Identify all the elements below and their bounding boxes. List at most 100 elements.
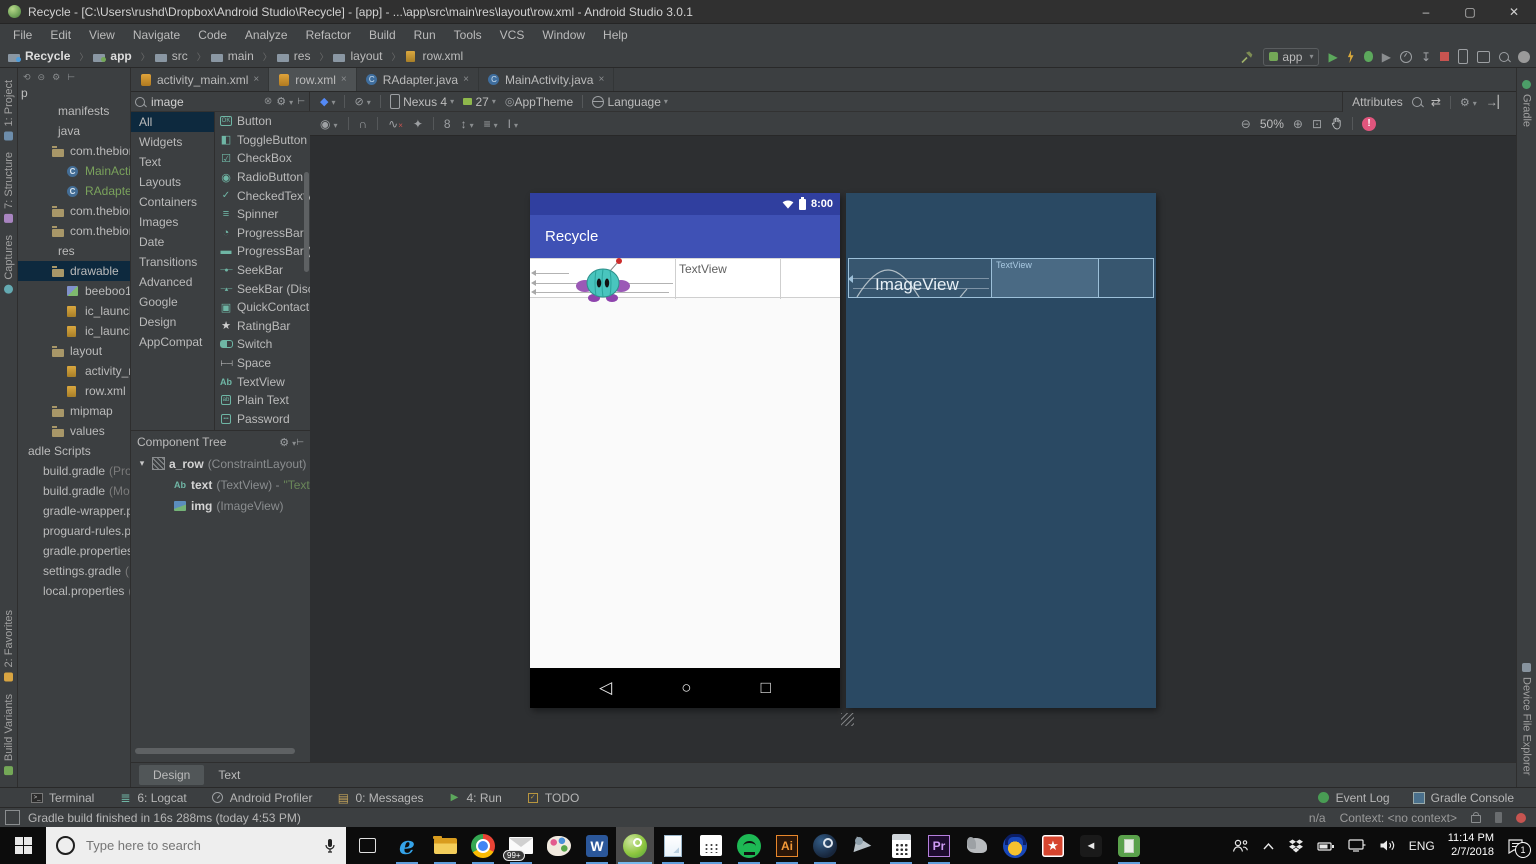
- tool-window-button[interactable]: Android Profiler: [211, 791, 313, 805]
- orientation-dropdown[interactable]: ⊘: [354, 95, 370, 108]
- expand-caret-icon[interactable]: [137, 458, 147, 469]
- close-button[interactable]: ✕: [1492, 0, 1536, 24]
- menu-item[interactable]: Run: [405, 28, 445, 42]
- project-tree-item[interactable]: settings.gradle (Proje: [18, 561, 130, 581]
- breadcrumb-item[interactable]: main: [211, 49, 277, 63]
- sync-icon[interactable]: ⟲: [23, 72, 31, 83]
- tool-window-button[interactable]: 0: Messages: [336, 791, 423, 805]
- taskbar-app[interactable]: [996, 827, 1034, 864]
- swap-panel-icon[interactable]: ⇄: [1431, 95, 1441, 109]
- project-tree-item[interactable]: com.thebioneer.re: [18, 221, 130, 241]
- close-tab-icon[interactable]: [598, 74, 604, 85]
- taskbar-app[interactable]: [882, 827, 920, 864]
- breadcrumb-item[interactable]: Recycle: [8, 49, 93, 63]
- project-tree-item[interactable]: adle Scripts: [18, 441, 130, 461]
- battery-icon[interactable]: [1317, 840, 1335, 852]
- project-tree-item[interactable]: mipmap: [18, 401, 130, 421]
- taskbar-app[interactable]: [540, 827, 578, 864]
- palette-widget[interactable]: RatingBar: [215, 317, 310, 336]
- tool-window-button[interactable]: Event Log: [1317, 791, 1390, 805]
- palette-widget[interactable]: SeekBar: [215, 261, 310, 280]
- palette-widget[interactable]: SeekBar (Disc: [215, 279, 310, 298]
- tool-strip-button[interactable]: 7: Structure: [3, 152, 15, 223]
- editor-mode-tab[interactable]: Design: [139, 765, 204, 785]
- clear-constraints-icon[interactable]: ∿×: [388, 117, 403, 131]
- design-preview[interactable]: 8:00 Recycle TextVie: [530, 193, 840, 708]
- palette-widget[interactable]: ProgressBar: [215, 224, 310, 243]
- tool-window-button[interactable]: Gradle Console: [1412, 791, 1514, 805]
- project-tree-item[interactable]: build.gradle (Project: [18, 461, 130, 481]
- project-tree-item[interactable]: MainActivity: [18, 161, 130, 181]
- tool-window-button[interactable]: 4: Run: [448, 791, 502, 805]
- palette-widget[interactable]: Spinner: [215, 205, 310, 224]
- project-tree-item[interactable]: beeboo180.pn: [18, 281, 130, 301]
- taskbar-app[interactable]: [1034, 827, 1072, 864]
- taskbar-search-input[interactable]: [84, 837, 315, 854]
- tool-strip-button[interactable]: 2: Favorites: [3, 610, 15, 681]
- error-badge-icon[interactable]: [1362, 117, 1376, 131]
- palette-widget[interactable]: Plain Text: [215, 391, 310, 410]
- project-tree-item[interactable]: build.gradle (Module: [18, 481, 130, 501]
- textview-content[interactable]: TextView: [679, 262, 727, 276]
- component-tree-item[interactable]: img (ImageView): [131, 495, 310, 516]
- editor-tab[interactable]: activity_main.xml: [131, 68, 269, 91]
- palette-widget[interactable]: QuickContact: [215, 298, 310, 317]
- row-layout-preview[interactable]: TextView: [530, 258, 840, 298]
- pack-dropdown-icon[interactable]: ↕: [461, 117, 474, 131]
- lock-icon[interactable]: [1471, 815, 1481, 823]
- editor-tab[interactable]: RAdapter.java: [357, 68, 479, 91]
- component-tree-scrollbar[interactable]: [135, 748, 295, 754]
- taskbar-app[interactable]: [768, 827, 806, 864]
- project-tree-item[interactable]: manifests: [18, 101, 130, 121]
- imageview-content[interactable]: [570, 256, 636, 304]
- close-tab-icon[interactable]: [341, 74, 347, 85]
- debug-button[interactable]: [1364, 49, 1373, 65]
- taskbar-app[interactable]: [654, 827, 692, 864]
- action-center-button[interactable]: 1: [1507, 838, 1524, 854]
- avd-manager-icon[interactable]: [1458, 49, 1468, 65]
- display-icon[interactable]: [1348, 839, 1366, 852]
- menu-item[interactable]: File: [4, 28, 41, 42]
- taskbar-app[interactable]: [578, 827, 616, 864]
- component-tree-item[interactable]: text (TextView) - "TextV: [131, 474, 310, 495]
- default-margin-value[interactable]: 8: [444, 117, 451, 131]
- project-tree-item[interactable]: layout: [18, 341, 130, 361]
- breadcrumb-item[interactable]: layout: [333, 49, 405, 63]
- menu-item[interactable]: Window: [533, 28, 594, 42]
- project-tree-item[interactable]: local.properties (SD: [18, 581, 130, 601]
- palette-widget[interactable]: CheckedTextV: [215, 186, 310, 205]
- user-avatar[interactable]: [1518, 49, 1530, 65]
- project-tree-item[interactable]: row.xml: [18, 381, 130, 401]
- tool-strip-button[interactable]: 1: Project: [3, 80, 15, 140]
- palette-widget[interactable]: ToggleButton: [215, 131, 310, 150]
- device-dropdown[interactable]: Nexus 4: [390, 94, 454, 110]
- people-icon[interactable]: [1232, 838, 1249, 853]
- project-tree-item[interactable]: proguard-rules.pro (: [18, 521, 130, 541]
- menu-item[interactable]: Analyze: [236, 28, 297, 42]
- close-tab-icon[interactable]: [463, 74, 469, 85]
- editor-mode-tab[interactable]: Text: [204, 765, 254, 785]
- tool-window-button[interactable]: Terminal: [30, 791, 94, 805]
- blueprint-row[interactable]: ImageView TextView: [848, 258, 1154, 298]
- pan-hand-icon[interactable]: [1331, 117, 1343, 130]
- taskbar-clock[interactable]: 11:14 PM 2/7/2018: [1448, 832, 1494, 860]
- taskbar-app[interactable]: [730, 827, 768, 864]
- project-tree-item[interactable]: ic_launcher_fo: [18, 321, 130, 341]
- blueprint-textview[interactable]: TextView: [991, 259, 1099, 297]
- blueprint-preview[interactable]: ImageView TextView: [846, 193, 1156, 708]
- palette-category[interactable]: Layouts: [131, 172, 214, 192]
- run-config-dropdown[interactable]: app: [1263, 48, 1319, 66]
- taskbar-app[interactable]: [1110, 827, 1148, 864]
- breadcrumb-item[interactable]: res: [277, 49, 334, 63]
- menu-item[interactable]: Navigate: [124, 28, 189, 42]
- tool-strip-button[interactable]: Device File Explorer: [1521, 663, 1533, 775]
- component-tree-gear-icon[interactable]: ⚙: [279, 436, 296, 449]
- memory-indicator-icon[interactable]: [1495, 812, 1502, 823]
- palette-widget[interactable]: Space: [215, 354, 310, 373]
- palette-category[interactable]: Google: [131, 292, 214, 312]
- apply-changes-icon[interactable]: [1347, 49, 1355, 65]
- tool-strip-button[interactable]: Build Variants: [3, 694, 15, 775]
- tool-strip-button[interactable]: Gradle: [1521, 80, 1533, 127]
- palette-category[interactable]: Widgets: [131, 132, 214, 152]
- minimize-button[interactable]: –: [1404, 0, 1448, 24]
